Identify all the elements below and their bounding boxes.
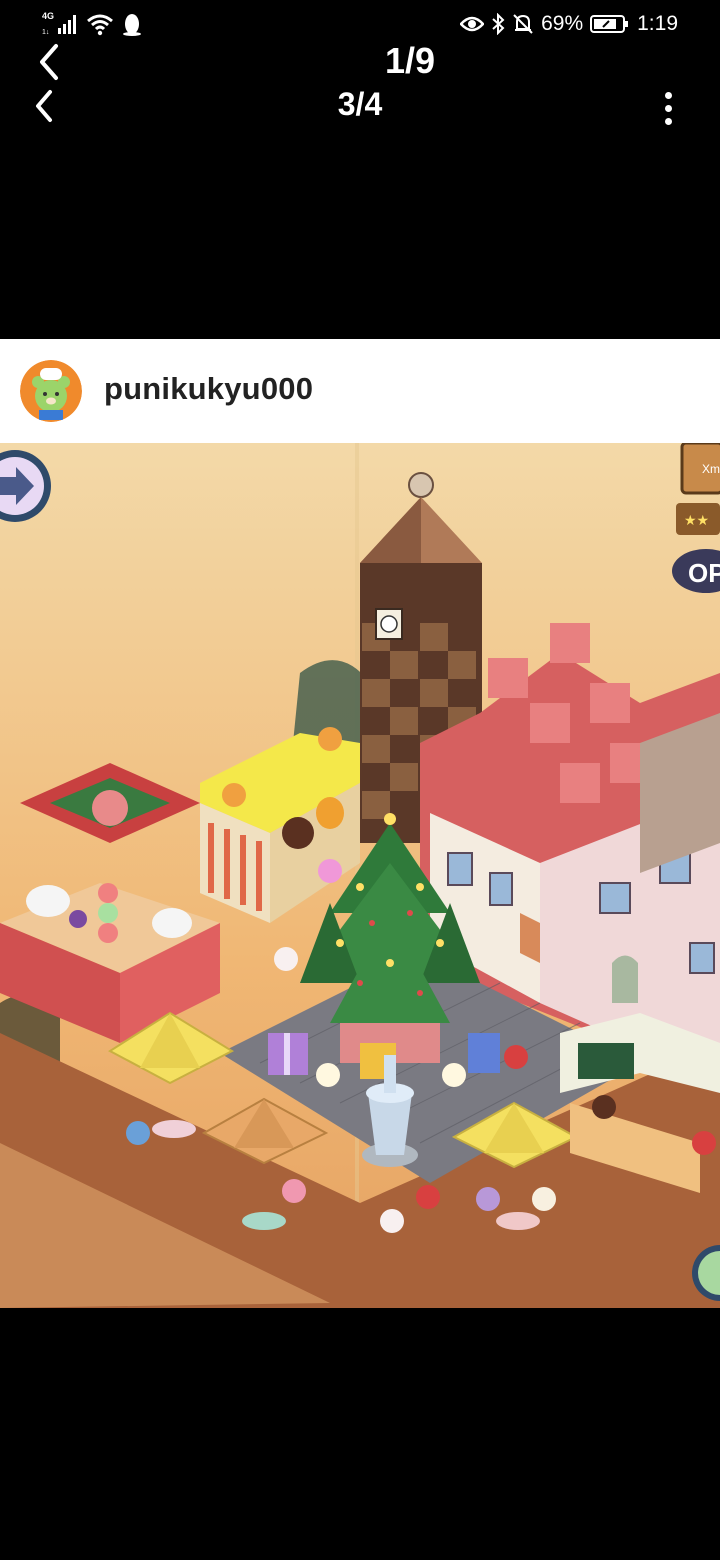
- username[interactable]: punikukyu000: [104, 371, 313, 407]
- svg-text:OP: OP: [688, 558, 720, 588]
- penguin-icon: [123, 14, 141, 36]
- eye-icon: [460, 16, 485, 32]
- image-counter: 3/4: [337, 86, 383, 122]
- status-right: 69% 1:19: [460, 12, 678, 36]
- bluetooth-icon: [492, 13, 505, 35]
- svg-text:1↓: 1↓: [42, 29, 49, 36]
- album-counter: 1/9: [384, 40, 436, 81]
- battery-percent: 69%: [541, 12, 584, 35]
- more-options-button[interactable]: [656, 88, 680, 125]
- dot: [664, 92, 672, 99]
- status-left: 4G 1↓: [42, 12, 142, 36]
- battery-icon: [590, 15, 629, 33]
- album-header: 1/9: [0, 38, 720, 86]
- wifi-icon: [87, 14, 113, 36]
- dot: [664, 118, 672, 125]
- mute-bell-icon: [513, 14, 533, 34]
- image-header: 3/4: [0, 82, 720, 130]
- svg-text:Xm: Xm: [702, 462, 720, 476]
- avatar[interactable]: [20, 360, 82, 422]
- svg-text:★★: ★★: [684, 512, 709, 528]
- signal-icon: 4G 1↓: [42, 12, 78, 36]
- clock: 1:19: [637, 12, 678, 35]
- dot: [664, 105, 672, 112]
- post-header: punikukyu000: [0, 339, 720, 443]
- post-image[interactable]: Xm ★★ OP: [0, 441, 720, 1308]
